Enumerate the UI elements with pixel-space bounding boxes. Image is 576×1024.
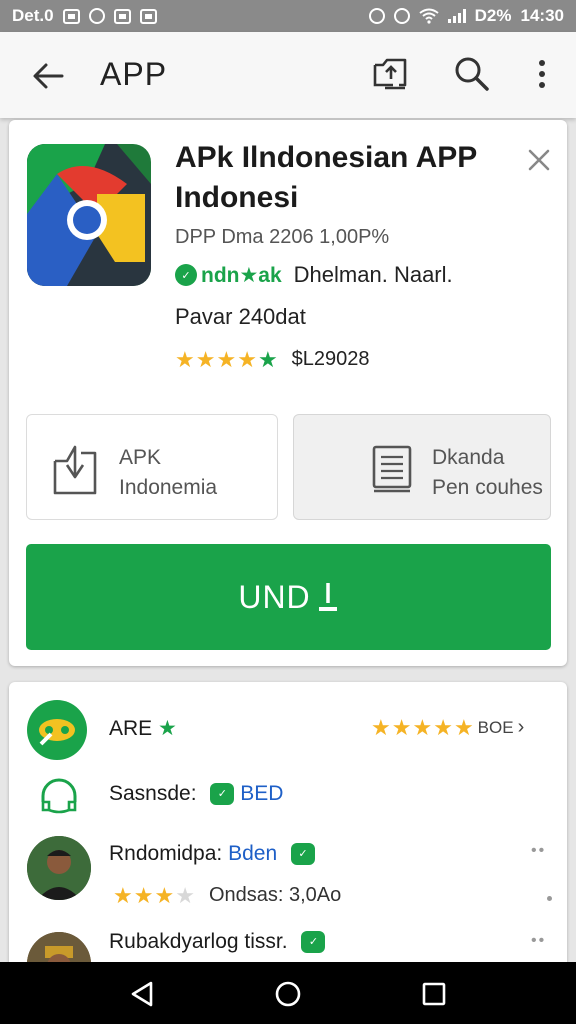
star-icon: ★: [237, 346, 257, 372]
install-button[interactable]: UND: [26, 544, 551, 650]
reviewer-name-line: Rubakdyarlog tissr. ✓: [109, 930, 326, 954]
download-option-line2: Pen couhes: [432, 476, 543, 499]
star-icon: ★: [175, 882, 195, 908]
star-icon: ★: [113, 882, 133, 908]
star-icon: ★: [371, 714, 391, 740]
status-carrier-text: Det.0: [12, 6, 54, 25]
signal-icon: [447, 9, 466, 23]
page-title: APP: [100, 56, 168, 92]
review-summary-text: Sasnsde:: [109, 782, 197, 805]
reviewer-tag: Bden: [228, 842, 278, 865]
apk-option-line2: Indonemia: [119, 476, 218, 499]
nav-back-icon[interactable]: [124, 976, 160, 1012]
star-icon: ★: [195, 346, 216, 372]
game-controller-icon: [27, 700, 87, 760]
verified-badge-icon: ✓: [290, 843, 315, 866]
star-icon: ★: [154, 882, 175, 908]
message-icon: [113, 8, 131, 24]
verified-badge-icon: ✓: [301, 931, 326, 954]
headset-icon: [39, 778, 79, 819]
nav-home-icon[interactable]: [270, 976, 306, 1012]
install-button-label: UND: [238, 578, 311, 615]
video-icon: [139, 8, 157, 24]
sync-icon: [88, 8, 105, 24]
nav-recents-icon[interactable]: [416, 976, 452, 1012]
reviews-header-title: ARE ★: [109, 716, 177, 741]
alarm-icon: [368, 8, 385, 24]
app-meta-secondary: Pavar 240dat: [175, 304, 306, 329]
close-icon[interactable]: [523, 144, 555, 176]
review-summary-tag: BED: [240, 782, 284, 805]
app-detail-card: APk Ilndonesian APP Indonesi DPP Dma 220…: [9, 120, 567, 666]
reviews-header-rating: ★ ★ ★ ★ ★ BOE ›: [371, 716, 524, 739]
download-icon: [318, 583, 337, 611]
star-icon: ★: [412, 714, 433, 740]
chevron-right-icon: ›: [517, 716, 525, 738]
star-icon: ★: [433, 714, 453, 740]
reviewer-name: Rubakdyarlog tissr.: [109, 930, 288, 953]
status-bar: Det.0 D2% 14:30: [0, 0, 576, 32]
verified-badge-icon: ✓: [210, 783, 235, 806]
battery-percent: D2%: [474, 6, 512, 25]
review-summary-row: Sasnsde: ✓ BED: [9, 774, 567, 818]
review-item: Rndomidpa: Bden ✓ •• ★ ★ ★ ★ Ondsas: 3,0…: [9, 832, 567, 942]
reviewer-name-line: Rndomidpa: Bden ✓: [109, 842, 315, 866]
download-option-label: Dkanda Pen couhes: [432, 443, 543, 503]
clock-icon: [393, 8, 410, 24]
badge-description: Dhelman. Naarl.: [293, 262, 453, 287]
review-summary-label: Sasnsde: ✓ BED: [109, 782, 283, 806]
apk-option-line1: APK: [119, 446, 162, 469]
status-time: 14:30: [520, 6, 564, 25]
star-icon: ★: [133, 882, 154, 908]
app-price: $L29028: [291, 348, 370, 370]
star-icon: ★: [453, 714, 474, 740]
star-icon: ★: [216, 346, 237, 372]
reviews-card: ARE ★ ★ ★ ★ ★ ★ BOE › Sasnsde: ✓ BED Rnd…: [9, 682, 567, 996]
editor-badge: ✓ ndn★ak: [175, 263, 282, 288]
system-nav-bar: [0, 962, 576, 1024]
app-title: APk Ilndonesian APP Indonesi: [175, 141, 477, 214]
apk-option-label: APK Indonemia: [119, 443, 217, 503]
search-icon[interactable]: [452, 54, 492, 94]
app-bar: APP: [0, 32, 576, 118]
share-icon[interactable]: [370, 54, 410, 94]
see-all-link[interactable]: BOE: [478, 718, 514, 738]
badge-text: ndn★ak: [201, 263, 282, 287]
star-icon: ★: [175, 346, 195, 372]
reviewer-name: Rndomidpa:: [109, 842, 223, 865]
more-options-icon[interactable]: ••: [531, 932, 546, 950]
back-arrow-icon[interactable]: [28, 56, 68, 96]
star-icon: ★: [257, 346, 278, 372]
reviews-header-row[interactable]: ARE ★ ★ ★ ★ ★ ★ BOE ›: [9, 698, 567, 760]
apk-option-button[interactable]: APK Indonemia: [26, 414, 278, 520]
app-logo-icon: [27, 144, 151, 286]
badge-row: ✓ ndn★ak Dhelman. Naarl.: [175, 262, 453, 288]
share-export-icon: [51, 443, 99, 500]
star-icon: ★: [158, 717, 177, 740]
more-options-icon[interactable]: [547, 896, 552, 901]
notification-icon: [62, 8, 80, 24]
rating-row: ★ ★ ★ ★ ★ $L29028: [175, 348, 370, 371]
rating-stars: ★ ★ ★ ★: [113, 882, 195, 908]
more-options-icon[interactable]: ••: [531, 842, 546, 860]
review-stats: Ondsas: 3,0Ao: [208, 884, 342, 906]
review-rating-line: ★ ★ ★ ★ Ondsas: 3,0Ao: [113, 884, 341, 907]
reviews-header-text: ARE: [109, 717, 153, 740]
avatar: [27, 836, 91, 900]
rating-stars: ★ ★ ★ ★ ★: [175, 346, 278, 372]
document-icon: [372, 445, 412, 498]
more-vert-icon[interactable]: [522, 54, 562, 94]
download-option-line1: Dkanda: [432, 446, 505, 469]
wifi-icon: [419, 8, 439, 24]
rating-stars: ★ ★ ★ ★ ★: [371, 714, 474, 740]
download-option-button[interactable]: Dkanda Pen couhes: [293, 414, 551, 520]
star-icon: ★: [391, 714, 412, 740]
badge-icon: ✓: [175, 264, 197, 286]
app-meta: DPP Dma 2206 1,00P%: [175, 226, 390, 248]
